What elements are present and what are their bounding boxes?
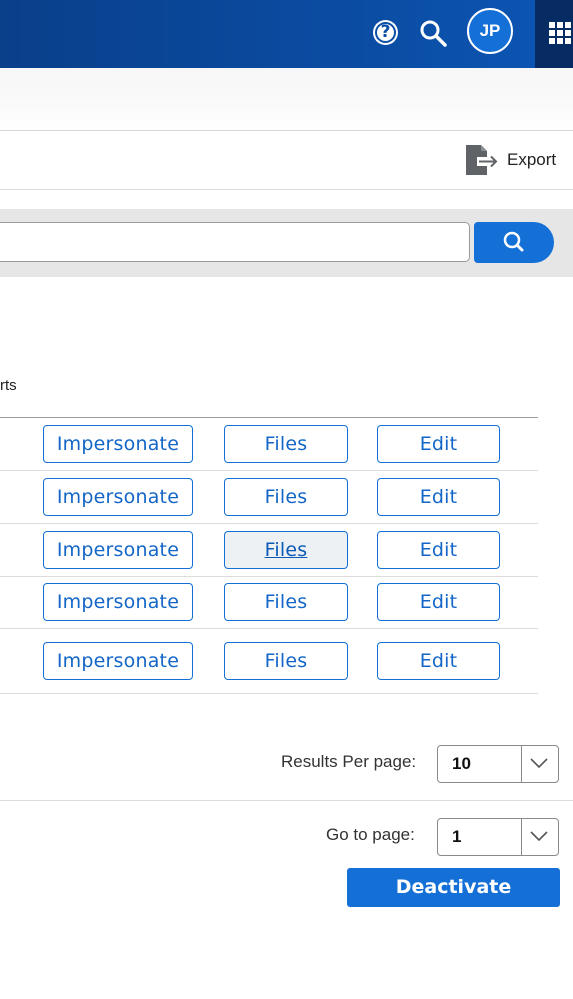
grid-icon (549, 22, 573, 44)
help-icon[interactable]: ? (373, 20, 398, 45)
chevron-down-icon (530, 758, 548, 769)
search-submit-button[interactable] (474, 222, 554, 263)
page-header-area (0, 68, 573, 131)
row-divider (0, 523, 538, 524)
chevron-down-icon (530, 831, 548, 842)
impersonate-button[interactable]: Impersonate (43, 425, 193, 463)
column-header: rts (0, 377, 17, 394)
search-icon (503, 231, 524, 252)
go-to-page-select[interactable]: 1 (437, 818, 559, 856)
files-button[interactable]: Files (224, 478, 348, 516)
files-button[interactable]: Files (224, 642, 348, 680)
edit-button[interactable]: Edit (377, 583, 500, 621)
export-button[interactable]: Export (463, 143, 556, 177)
impersonate-button[interactable]: Impersonate (43, 531, 193, 569)
search-icon[interactable] (418, 18, 448, 48)
edit-button[interactable]: Edit (377, 531, 500, 569)
search-input[interactable] (0, 222, 470, 262)
pagination-divider (0, 800, 573, 801)
files-button[interactable]: Files (224, 531, 348, 569)
edit-button[interactable]: Edit (377, 642, 500, 680)
apps-menu-button[interactable] (535, 0, 573, 68)
edit-button[interactable]: Edit (377, 478, 500, 516)
edit-button[interactable]: Edit (377, 425, 500, 463)
row-divider (0, 693, 538, 694)
deactivate-selected-button[interactable]: Deactivate Selected (347, 868, 560, 937)
results-per-page-select[interactable]: 10 (437, 745, 559, 783)
export-file-icon (466, 145, 498, 175)
user-avatar[interactable]: JP (467, 8, 513, 54)
impersonate-button[interactable]: Impersonate (43, 583, 193, 621)
export-label: Export (507, 150, 557, 169)
go-to-page-value: 1 (452, 827, 462, 846)
impersonate-button[interactable]: Impersonate (43, 478, 193, 516)
results-per-page-label: Results Per page: (281, 752, 417, 771)
table-header-divider (0, 417, 538, 418)
row-divider (0, 470, 538, 471)
files-button[interactable]: Files (224, 425, 348, 463)
row-divider (0, 576, 538, 577)
go-to-page-label: Go to page: (326, 825, 415, 844)
impersonate-button[interactable]: Impersonate (43, 642, 193, 680)
row-divider (0, 628, 538, 629)
results-per-page-value: 10 (452, 754, 471, 773)
files-button[interactable]: Files (224, 583, 348, 621)
